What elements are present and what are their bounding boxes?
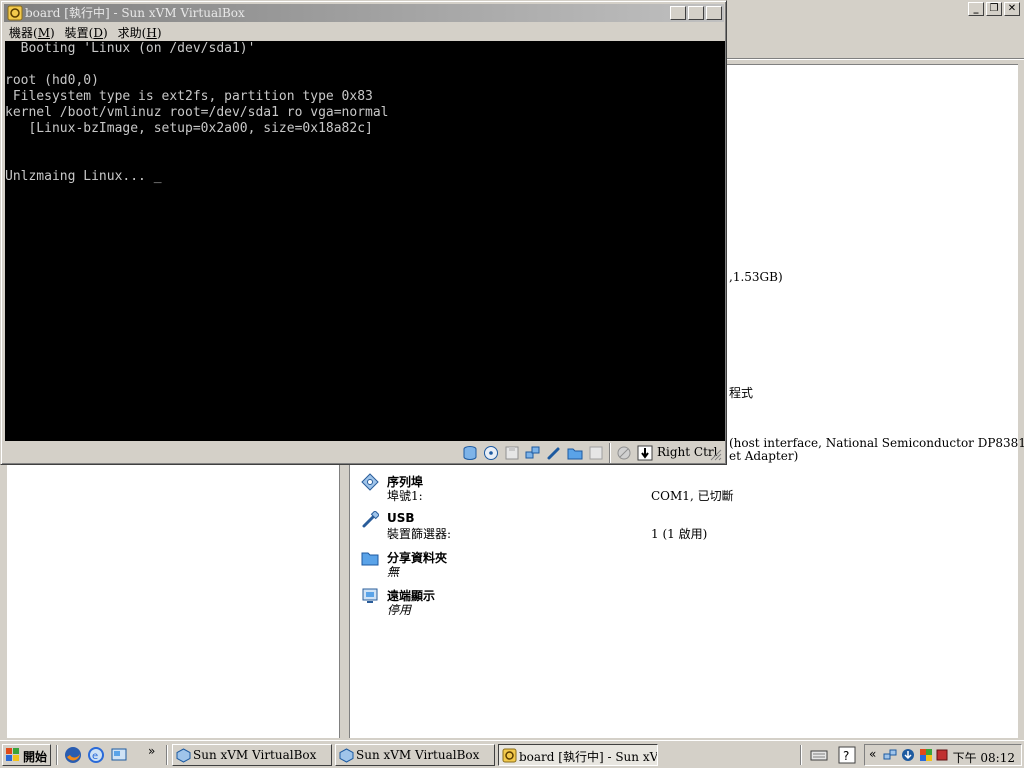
- virtualbox-vm-icon: [502, 748, 517, 763]
- section-key: 埠號1:: [387, 489, 423, 503]
- toolbar-divider: [726, 58, 1024, 60]
- virtualbox-icon: [7, 5, 23, 21]
- details-panel-edge: [1018, 64, 1024, 740]
- section-value: 1 (1 啟用): [651, 527, 708, 541]
- remote-display-icon: [362, 588, 378, 603]
- taskbar-button-virtualbox-2[interactable]: Sun xVM VirtualBox: [335, 744, 495, 766]
- clock: 下午 08:12: [952, 751, 1015, 765]
- taskbar-button-board-vm[interactable]: board [執行中] - Sun xV...: [498, 744, 658, 766]
- host-key-label: Right Ctrl: [657, 445, 718, 459]
- shared-folder-icon[interactable]: [567, 445, 583, 461]
- menu-label: 求助(: [117, 25, 147, 40]
- system-tray: « 下午 08:12: [864, 744, 1022, 766]
- svg-text:?: ?: [843, 749, 849, 763]
- network-adapter-text: (host interface, National Semiconductor …: [729, 436, 1024, 450]
- vm-window-controls: _ □ ✕: [670, 6, 722, 20]
- virtualbox-icon: [339, 748, 354, 763]
- internet-explorer-icon[interactable]: e: [87, 746, 105, 764]
- show-desktop-icon[interactable]: [110, 746, 128, 764]
- network-adapter-text-2: et Adapter): [729, 449, 799, 463]
- menu-bar: 機器(M) 裝置(D) 求助(H): [4, 23, 724, 41]
- windows-logo-icon: [6, 748, 19, 761]
- svg-text:e: e: [92, 751, 98, 762]
- start-label: 開始: [23, 750, 48, 764]
- section-value: COM1, 已切斷: [651, 489, 734, 503]
- tray-expand-button[interactable]: «: [869, 747, 876, 761]
- taskbar-separator: [800, 745, 802, 765]
- mouse-integration-icon[interactable]: [616, 445, 632, 461]
- status-separator: [609, 443, 611, 463]
- floppy-icon[interactable]: [504, 445, 520, 461]
- console-line: Unlzmaing Linux... _: [5, 169, 162, 184]
- start-button[interactable]: 開始: [2, 744, 51, 766]
- vm-list-panel[interactable]: [7, 464, 340, 738]
- minimize-button[interactable]: _: [670, 6, 686, 20]
- section-title: USB: [387, 511, 415, 525]
- network-icon[interactable]: [525, 445, 541, 461]
- close-button[interactable]: ✕: [1004, 2, 1020, 16]
- download-tray-icon[interactable]: [901, 748, 915, 762]
- section-key: 無: [387, 565, 400, 579]
- menu-accelerator: M: [37, 25, 50, 40]
- menu-accelerator: D: [93, 25, 103, 40]
- app-tray-icon[interactable]: [919, 748, 933, 762]
- restore-button[interactable]: ❐: [986, 2, 1002, 16]
- resize-grip[interactable]: [710, 449, 722, 461]
- host-key-icon[interactable]: [637, 445, 653, 461]
- menu-label: 裝置(: [64, 25, 94, 40]
- taskbar-button-label: Sun xVM VirtualBox: [193, 748, 317, 762]
- network-tray-icon[interactable]: [883, 748, 897, 762]
- keyboard-icon[interactable]: [810, 746, 828, 764]
- taskbar-button-label: Sun xVM VirtualBox: [356, 748, 480, 762]
- audio-driver-text: 程式: [729, 386, 754, 400]
- taskbar-button-label: board [執行中] - Sun xV...: [519, 750, 658, 764]
- folder-icon: [361, 552, 379, 566]
- menu-machine[interactable]: 機器(M): [4, 24, 60, 41]
- usb-icon: [362, 511, 379, 528]
- firefox-icon[interactable]: [64, 746, 82, 764]
- menu-suffix: ): [102, 25, 108, 40]
- vrdp-icon[interactable]: [588, 445, 604, 461]
- security-tray-icon[interactable]: [935, 748, 949, 762]
- cd-rom-icon[interactable]: [483, 445, 499, 461]
- window-title: board [執行中] - Sun xVM VirtualBox: [25, 6, 245, 20]
- taskbar-separator: [56, 745, 58, 765]
- section-key: 停用: [387, 603, 412, 617]
- close-button[interactable]: ✕: [706, 6, 722, 20]
- console-line: Booting 'Linux (on /dev/sda1)': [5, 41, 256, 56]
- minimize-button[interactable]: _: [968, 2, 984, 16]
- vm-window[interactable]: board [執行中] - Sun xVM VirtualBox _ □ ✕ 機…: [0, 0, 727, 465]
- menu-label: 機器(: [9, 25, 38, 40]
- storage-size-text: ,1.53GB): [729, 270, 783, 284]
- taskbar: 開始 e » Sun xVM VirtualBox Sun xVM Virtua…: [0, 740, 1024, 768]
- menu-help[interactable]: 求助(H): [113, 24, 167, 41]
- help-icon[interactable]: ?: [838, 746, 856, 764]
- serial-port-icon: [361, 473, 379, 491]
- vm-status-bar: Right Ctrl: [4, 443, 724, 463]
- taskbar-separator: [166, 745, 168, 765]
- menu-accelerator: H: [146, 25, 157, 40]
- quick-launch-more-button[interactable]: »: [148, 744, 155, 758]
- console-line: [Linux-bzImage, setup=0x2a00, size=0x18a…: [5, 121, 373, 136]
- manager-window-controls: _ ❐ ✕: [968, 2, 1020, 16]
- console-line: kernel /boot/vmlinuz root=/dev/sda1 ro v…: [5, 105, 389, 120]
- usb-icon[interactable]: [546, 445, 562, 461]
- maximize-button[interactable]: □: [688, 6, 704, 20]
- vm-console-screen[interactable]: Booting 'Linux (on /dev/sda1)' root (hd0…: [5, 41, 725, 441]
- menu-suffix: ): [156, 25, 162, 40]
- taskbar-button-virtualbox-1[interactable]: Sun xVM VirtualBox: [172, 744, 332, 766]
- virtualbox-icon: [176, 748, 191, 763]
- vm-title-bar[interactable]: board [執行中] - Sun xVM VirtualBox _ □ ✕: [4, 4, 724, 22]
- menu-suffix: ): [49, 25, 55, 40]
- section-key: 裝置篩選器:: [387, 527, 452, 541]
- console-line: root (hd0,0): [5, 73, 99, 88]
- hard-disk-icon[interactable]: [462, 445, 478, 461]
- menu-devices[interactable]: 裝置(D): [60, 24, 113, 41]
- console-line: Filesystem type is ext2fs, partition typ…: [5, 89, 373, 104]
